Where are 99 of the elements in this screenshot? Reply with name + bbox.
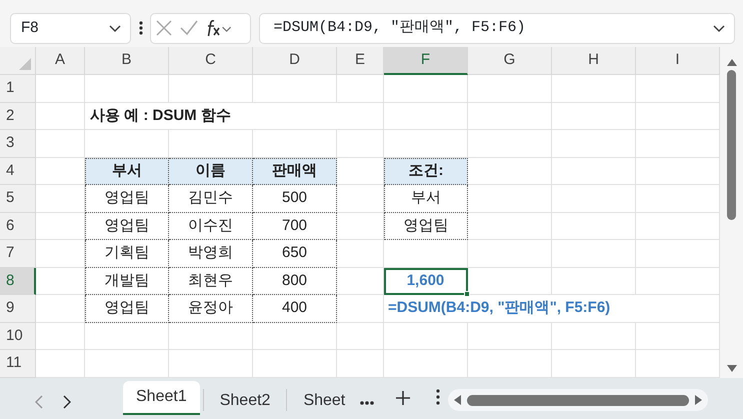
empty-cell[interactable] bbox=[253, 322, 337, 350]
column-header[interactable]: I bbox=[636, 47, 720, 75]
header-cell: 부서 bbox=[85, 158, 169, 185]
scrollbar-thumb[interactable] bbox=[727, 70, 736, 220]
formula-note: =DSUM(B4:D9, "판매액", F5:F6) bbox=[384, 295, 636, 322]
more-sheets-icon[interactable] bbox=[360, 401, 374, 405]
empty-cell[interactable] bbox=[384, 322, 468, 350]
column-header[interactable]: D bbox=[253, 47, 337, 75]
scroll-left-icon[interactable] bbox=[454, 395, 462, 405]
empty-cell[interactable] bbox=[384, 75, 468, 102]
table-cell: 영업팀 bbox=[85, 212, 169, 240]
empty-cell[interactable] bbox=[552, 212, 636, 240]
row-header[interactable]: 5 bbox=[0, 185, 36, 212]
column-header[interactable]: H bbox=[552, 47, 636, 75]
table-cell: 영업팀 bbox=[384, 212, 468, 240]
select-all-icon[interactable] bbox=[18, 57, 32, 71]
empty-cell[interactable] bbox=[384, 240, 468, 268]
column-header[interactable]: A bbox=[36, 47, 85, 75]
table-cell: 800 bbox=[253, 268, 337, 295]
table-cell: 650 bbox=[253, 240, 337, 268]
empty-cell[interactable] bbox=[552, 75, 636, 102]
scrollbar-thumb[interactable] bbox=[467, 394, 690, 406]
table-cell: 최현우 bbox=[169, 268, 253, 295]
header-cell: 조건: bbox=[384, 158, 468, 185]
empty-cell[interactable] bbox=[253, 75, 337, 102]
cancel-icon[interactable] bbox=[155, 19, 173, 37]
result-cell: 1,600 bbox=[384, 268, 468, 295]
empty-cell[interactable] bbox=[468, 322, 552, 350]
row-header[interactable]: 10 bbox=[0, 322, 36, 350]
table-cell: 개발팀 bbox=[85, 268, 169, 295]
empty-cell[interactable] bbox=[552, 102, 636, 130]
empty-cell[interactable] bbox=[85, 75, 169, 102]
table-cell: 부서 bbox=[384, 185, 468, 212]
sheet-title: 사용 예 : DSUM 함수 bbox=[85, 102, 337, 130]
row-header[interactable]: 4 bbox=[0, 158, 36, 185]
empty-cell[interactable] bbox=[468, 75, 552, 102]
empty-cell[interactable] bbox=[337, 322, 384, 350]
empty-cell[interactable] bbox=[468, 185, 552, 212]
empty-cell[interactable] bbox=[468, 102, 552, 130]
table-cell: 700 bbox=[253, 212, 337, 240]
column-header[interactable]: G bbox=[468, 47, 552, 75]
empty-cell[interactable] bbox=[169, 75, 253, 102]
table-cell: 윤정아 bbox=[169, 295, 253, 322]
chevron-left-icon bbox=[35, 394, 43, 408]
column-header[interactable]: F bbox=[384, 47, 468, 75]
empty-cell[interactable] bbox=[85, 322, 169, 350]
scroll-down-icon[interactable] bbox=[726, 365, 736, 372]
sheet-tab[interactable]: Sheet2 bbox=[206, 383, 284, 419]
header-cell: 판매액 bbox=[253, 158, 337, 185]
table-cell: 영업팀 bbox=[85, 295, 169, 322]
add-sheet-icon[interactable] bbox=[396, 391, 410, 405]
empty-cell[interactable] bbox=[552, 185, 636, 212]
empty-cell[interactable] bbox=[337, 295, 384, 322]
empty-cell[interactable] bbox=[337, 130, 384, 158]
empty-cell[interactable] bbox=[468, 130, 552, 158]
table-cell: 영업팀 bbox=[85, 185, 169, 212]
row-header[interactable]: 8 bbox=[0, 268, 36, 295]
enter-icon[interactable] bbox=[179, 19, 199, 37]
header-cell: 이름 bbox=[169, 158, 253, 185]
empty-cell[interactable] bbox=[552, 130, 636, 158]
empty-cell[interactable] bbox=[337, 102, 384, 130]
row-header[interactable]: 6 bbox=[0, 212, 36, 240]
row-header[interactable]: 11 bbox=[0, 350, 36, 378]
empty-cell[interactable] bbox=[468, 212, 552, 240]
row-header[interactable]: 7 bbox=[0, 240, 36, 268]
table-cell: 500 bbox=[253, 185, 337, 212]
scroll-up-icon[interactable] bbox=[726, 59, 736, 66]
more-icon[interactable] bbox=[138, 20, 142, 36]
empty-cell[interactable] bbox=[468, 268, 552, 295]
empty-cell[interactable] bbox=[552, 158, 636, 185]
table-cell: 기획팀 bbox=[85, 240, 169, 268]
name-box[interactable]: F8 bbox=[10, 12, 131, 44]
empty-cell[interactable] bbox=[337, 268, 384, 295]
row-header[interactable]: 2 bbox=[0, 102, 36, 130]
empty-cell[interactable] bbox=[337, 185, 384, 212]
row-header[interactable]: 9 bbox=[0, 295, 36, 322]
empty-cell[interactable] bbox=[552, 268, 636, 295]
sheet-tab[interactable]: Sheet1 bbox=[123, 381, 200, 415]
empty-cell[interactable] bbox=[337, 212, 384, 240]
empty-cell[interactable] bbox=[337, 240, 384, 268]
empty-cell[interactable] bbox=[169, 322, 253, 350]
empty-cell[interactable] bbox=[552, 322, 636, 350]
column-header[interactable]: C bbox=[169, 47, 253, 75]
table-cell: 박영희 bbox=[169, 240, 253, 268]
row-header[interactable]: 3 bbox=[0, 130, 36, 158]
column-header[interactable]: E bbox=[337, 47, 384, 75]
table-cell: 이수진 bbox=[169, 212, 253, 240]
sheet-tab[interactable]: Sheet bbox=[290, 383, 358, 419]
options-icon[interactable] bbox=[436, 389, 440, 405]
empty-cell[interactable] bbox=[384, 102, 468, 130]
scroll-right-icon[interactable] bbox=[695, 395, 702, 405]
empty-cell[interactable] bbox=[468, 240, 552, 268]
table-cell: 김민수 bbox=[169, 185, 253, 212]
column-header[interactable]: B bbox=[85, 47, 169, 75]
chevron-right-icon bbox=[63, 394, 71, 408]
empty-cell[interactable] bbox=[552, 240, 636, 268]
table-cell: 400 bbox=[253, 295, 337, 322]
empty-cell[interactable] bbox=[337, 75, 384, 102]
row-header[interactable]: 1 bbox=[0, 75, 36, 102]
